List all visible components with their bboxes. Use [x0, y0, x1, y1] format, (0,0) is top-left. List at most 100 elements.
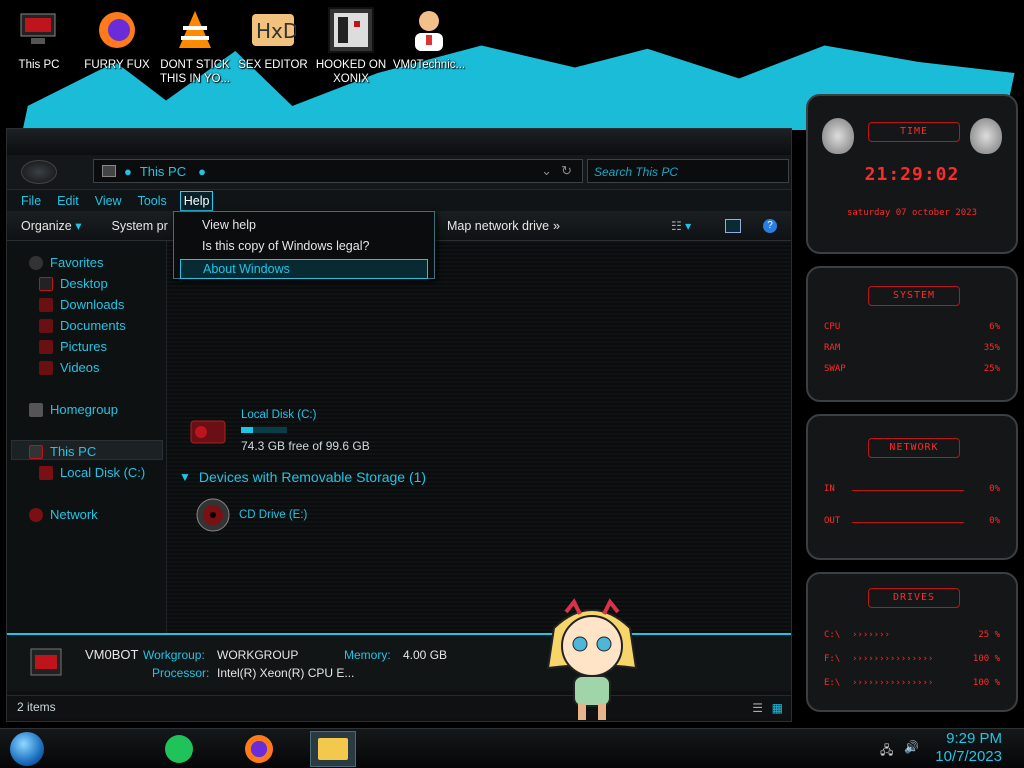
volume-tray-icon[interactable]: 🔊: [904, 740, 919, 754]
system-gadget[interactable]: SYSTEM CPU 6% RAM 35% SWAP 25%: [806, 266, 1018, 402]
removable-storage-header[interactable]: ▼ Devices with Removable Storage (1): [179, 469, 426, 485]
nav-videos[interactable]: Videos: [39, 360, 100, 375]
pictures-icon: [39, 339, 53, 354]
gadget-clock: 21:29:02: [864, 164, 960, 185]
address-text: This PC: [139, 163, 187, 179]
address-bar[interactable]: ● This PC ● ⌄ ↻: [93, 159, 583, 183]
desktop-icon-this-pc[interactable]: This PC: [0, 0, 78, 90]
help-icon[interactable]: ?: [763, 218, 777, 233]
address-chevron-icon[interactable]: ●: [124, 164, 132, 179]
net-out-label: OUT: [824, 516, 841, 526]
item-count: 2 items: [17, 700, 56, 714]
organize-button[interactable]: Organize ▾: [21, 218, 82, 233]
nav-downloads[interactable]: Downloads: [39, 297, 124, 312]
workgroup-label: Workgroup:: [143, 648, 205, 662]
nav-documents[interactable]: Documents: [39, 318, 126, 333]
menu-tools[interactable]: Tools: [135, 192, 170, 210]
start-orb-icon: [10, 732, 44, 766]
more-commands-button[interactable]: »: [553, 219, 560, 233]
taskbar-time: 9:29 PM: [946, 730, 1002, 747]
net-in-value: 0%: [989, 484, 1000, 494]
desktop-icon-xonix[interactable]: HOOKED ON XONIX: [312, 0, 390, 90]
computer-icon: [15, 6, 63, 54]
address-chevron-icon[interactable]: ●: [198, 164, 206, 179]
drive-c-bar: ›››››››: [852, 630, 890, 640]
desktop-icon-label: FURRY FUX: [84, 59, 150, 71]
taskbar-clock[interactable]: 9:29 PM 10/7/2023: [935, 730, 1002, 766]
memory-value: 4.00 GB: [403, 648, 448, 662]
network-tray-icon[interactable]: 🖧: [880, 741, 893, 762]
desktop-icon-label: HOOKED ON XONIX: [315, 59, 387, 85]
desktop-icon-firefox[interactable]: FURRY FUX: [78, 0, 156, 90]
taskbar-firefox[interactable]: [236, 731, 282, 767]
alien-icon: [822, 118, 854, 154]
navigation-pane: Favorites Desktop Downloads Documents Pi…: [7, 241, 167, 633]
net-out-graph: [852, 522, 964, 523]
nav-homegroup[interactable]: Homegroup: [29, 402, 118, 417]
change-view-icon[interactable]: ☷ ▾: [671, 219, 691, 233]
homegroup-icon: [29, 402, 43, 417]
star-icon: [29, 255, 43, 270]
cd-drive-item[interactable]: CD Drive (E:): [195, 497, 395, 537]
net-in-graph: [852, 490, 964, 491]
dropdown-chevron-icon[interactable]: ⌄: [541, 163, 552, 179]
desktop-icon-label: SEX EDITOR: [238, 59, 308, 71]
nav-network[interactable]: Network: [29, 507, 98, 522]
start-button[interactable]: [4, 731, 50, 767]
net-in-label: IN: [824, 484, 835, 494]
nav-pictures[interactable]: Pictures: [39, 339, 107, 354]
menu-file[interactable]: File: [18, 192, 44, 210]
drive-icon: [39, 465, 53, 480]
search-input[interactable]: Search This PC: [587, 159, 789, 183]
drives-gadget[interactable]: DRIVES C:\ ››››››› 25 % F:\ ››››››››››››…: [806, 572, 1018, 712]
local-disk-item[interactable]: Local Disk (C:) 74.3 GB free of 99.6 GB: [189, 409, 389, 455]
taskbar-file-explorer[interactable]: [310, 731, 356, 767]
nav-this-pc[interactable]: This PC: [29, 444, 96, 459]
cartoon-sticker: [546, 598, 638, 720]
drive-e-value: 100 %: [972, 678, 1000, 688]
desktop-icon-label: VM0Technic...: [392, 59, 466, 71]
swap-value: 25%: [983, 364, 1000, 374]
content-area: Local Disk (C:) 74.3 GB free of 99.6 GB …: [167, 241, 791, 633]
drive-f-bar: ›››››››››››››››: [852, 654, 934, 664]
system-gadget-title: SYSTEM: [868, 286, 960, 306]
ram-value: 35%: [983, 343, 1000, 353]
system-properties-button[interactable]: System pr: [112, 219, 168, 233]
menu-edit[interactable]: Edit: [54, 192, 82, 210]
refresh-icon[interactable]: ↻: [561, 163, 572, 179]
collapse-chevron-icon: ▼: [179, 470, 191, 484]
back-forward-button[interactable]: [21, 160, 57, 184]
details-view-icon[interactable]: ☰: [752, 701, 763, 715]
help-dropdown-menu: View help Is this copy of Windows legal?…: [173, 211, 435, 279]
doctor-icon: [405, 6, 453, 54]
nav-desktop[interactable]: Desktop: [39, 276, 108, 291]
menu-item-view-help[interactable]: View help: [180, 216, 428, 236]
map-network-drive-button[interactable]: Map network drive: [447, 219, 549, 233]
videos-icon: [39, 360, 53, 375]
desktop-icon-vm0technic[interactable]: VM0Technic...: [390, 0, 468, 90]
folder-icon: [318, 738, 348, 760]
menu-help[interactable]: Help: [179, 190, 214, 211]
alien-icon: [970, 118, 1002, 154]
documents-icon: [39, 318, 53, 333]
drives-gadget-title: DRIVES: [868, 588, 960, 608]
desktop-icon-hxd[interactable]: HxD SEX EDITOR: [234, 0, 312, 90]
window-titlebar[interactable]: [7, 129, 791, 155]
large-icons-view-icon[interactable]: ▦: [772, 701, 783, 715]
time-gadget[interactable]: TIME 21:29:02 saturday 07 october 2023: [806, 94, 1018, 254]
drive-e-bar: ›››››››››››››››: [852, 678, 934, 688]
menu-view[interactable]: View: [92, 192, 125, 210]
nav-local-disk[interactable]: Local Disk (C:): [39, 465, 145, 480]
taskbar-notes-app[interactable]: [156, 731, 202, 767]
preview-pane-icon[interactable]: [725, 218, 741, 233]
network-gadget[interactable]: NETWORK IN 0% OUT 0%: [806, 414, 1018, 560]
desktop-icon-vlc[interactable]: DONT STICK THIS IN YO...: [156, 0, 234, 90]
details-pane: VM0BOT Workgroup: WORKGROUP Memory: 4.00…: [7, 633, 791, 691]
net-out-value: 0%: [989, 516, 1000, 526]
nav-favorites[interactable]: Favorites: [29, 255, 103, 270]
disk-free-space: 74.3 GB free of 99.6 GB: [241, 439, 370, 453]
desktop-icons: This PC FURRY FUX DONT STICK THIS IN YO.…: [0, 0, 468, 90]
menu-item-windows-legal[interactable]: Is this copy of Windows legal?: [180, 237, 428, 257]
time-gadget-title: TIME: [868, 122, 960, 142]
menu-item-about-windows[interactable]: About Windows: [180, 259, 428, 279]
